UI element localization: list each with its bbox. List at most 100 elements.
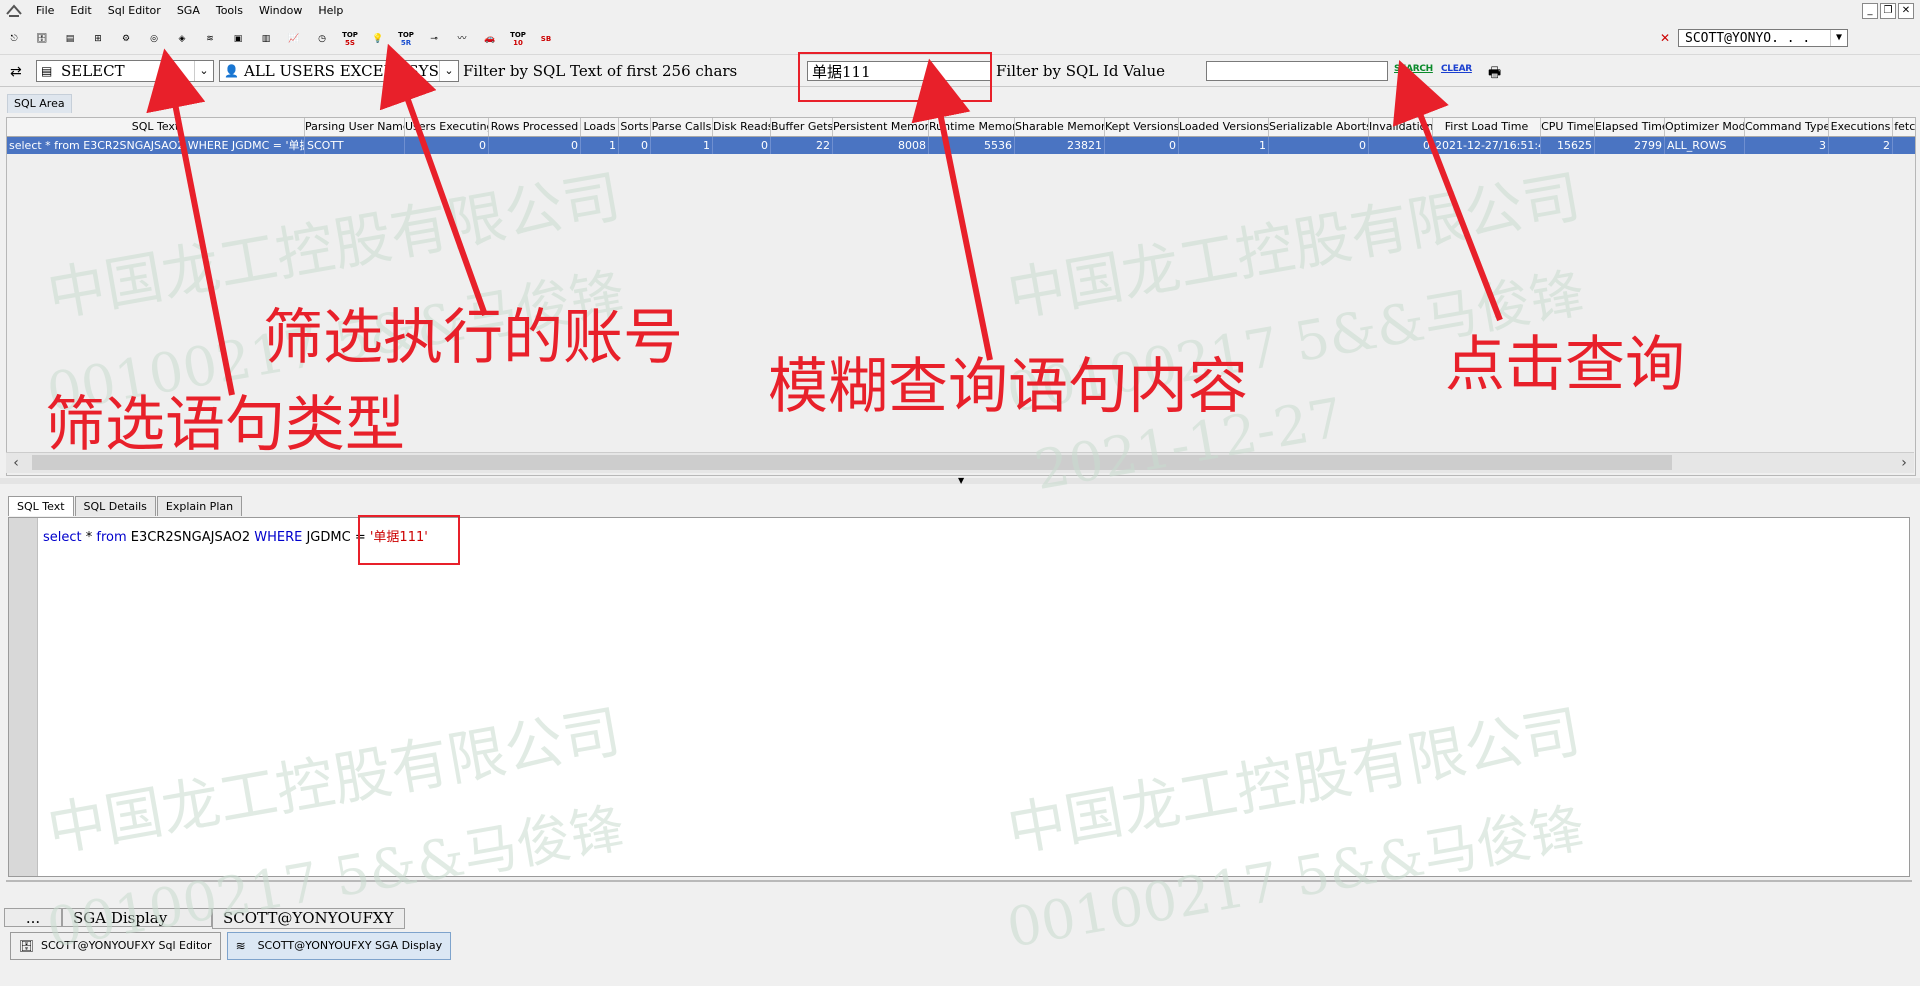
chevron-left-icon[interactable]: ‹ xyxy=(6,453,26,473)
menu-sga[interactable]: SGA xyxy=(169,0,208,22)
column-header[interactable]: Loaded Versions xyxy=(1179,118,1269,136)
taskbar-sga-display[interactable]: ≋ SCOTT@YONYOUFXY SGA Display xyxy=(226,932,452,960)
column-header[interactable]: Persistent Memory xyxy=(833,118,929,136)
table-row[interactable]: select * from E3CR2SNGAJSAO2 WHERE JGDMC… xyxy=(7,137,1915,154)
menu-sql-editor[interactable]: Sql Editor xyxy=(100,0,169,22)
database-icon[interactable]: ◎ xyxy=(143,28,165,50)
column-header[interactable]: Elapsed Time xyxy=(1595,118,1665,136)
menu-edit[interactable]: Edit xyxy=(62,0,99,22)
column-header[interactable]: First Load Time xyxy=(1433,118,1541,136)
menu-file[interactable]: File xyxy=(28,0,62,22)
statement-icon: ▤ xyxy=(41,64,53,78)
schema-browser-icon[interactable]: ▤ xyxy=(59,28,81,50)
sql-editor-icon[interactable]: 🗄 xyxy=(31,28,53,50)
table-cell[interactable]: 0 xyxy=(1269,137,1369,154)
column-header[interactable]: Kept Versions xyxy=(1105,118,1179,136)
statement-type-select[interactable]: ▤ SELECT ⌄ xyxy=(36,60,214,82)
table-cell[interactable]: 0 xyxy=(489,137,581,154)
table-cell[interactable]: 23821 xyxy=(1015,137,1105,154)
menu-window[interactable]: Window xyxy=(251,0,310,22)
report-icon[interactable]: ▥ xyxy=(255,28,277,50)
table-cell[interactable]: 2 xyxy=(1829,137,1893,154)
sql-id-filter-input[interactable] xyxy=(1206,61,1388,81)
taskbar-sql-editor[interactable]: 🗄 SCOTT@YONYOUFXY Sql Editor xyxy=(10,932,221,960)
table-cell[interactable]: 1 xyxy=(651,137,713,154)
table-cell[interactable]: 1 xyxy=(1179,137,1269,154)
lightbulb-icon[interactable]: 💡 xyxy=(367,28,389,50)
users-select[interactable]: 👤 ALL USERS EXCEPT SYS ⌄ xyxy=(219,60,459,82)
column-header[interactable]: Serializable Aborts xyxy=(1269,118,1369,136)
sga-icon[interactable]: ◈ xyxy=(171,28,193,50)
table-cell[interactable]: 1 xyxy=(581,137,619,154)
disk-icon[interactable]: ▣ xyxy=(227,28,249,50)
chart-icon[interactable]: 📈 xyxy=(283,28,305,50)
top-10-icon[interactable]: TOP 10 xyxy=(507,28,529,50)
session-select[interactable]: SCOTT@YONYO. . . ▼ xyxy=(1678,29,1848,47)
column-header[interactable]: Command Type xyxy=(1745,118,1829,136)
tab-explain-plan[interactable]: Explain Plan xyxy=(156,496,243,516)
table-cell[interactable]: 5536 xyxy=(929,137,1015,154)
chevron-right-icon[interactable]: › xyxy=(1894,453,1914,473)
disconnect-icon[interactable]: ✕ xyxy=(1660,31,1670,45)
column-header[interactable]: Users Executing xyxy=(405,118,489,136)
table-cell[interactable]: 8008 xyxy=(833,137,929,154)
restore-icon[interactable]: ❐ xyxy=(1880,3,1896,19)
stack-icon[interactable]: ≋ xyxy=(199,28,221,50)
column-header[interactable]: Parse Calls xyxy=(651,118,713,136)
table-cell[interactable]: 15625 xyxy=(1541,137,1595,154)
wave-icon[interactable]: 〰 xyxy=(451,28,473,50)
car-icon[interactable]: 🚗 xyxy=(479,28,501,50)
table-cell[interactable]: ALL_ROWS xyxy=(1665,137,1745,154)
table-cell[interactable]: 3 xyxy=(1745,137,1829,154)
tab-sql-text[interactable]: SQL Text xyxy=(8,496,74,516)
connect-icon[interactable]: ⎋ xyxy=(3,28,25,50)
tab-sga-display[interactable]: SGA Display xyxy=(62,908,212,927)
column-header[interactable]: Loads xyxy=(581,118,619,136)
search-button[interactable]: SEARCH xyxy=(1394,64,1433,74)
column-header[interactable]: CPU Time xyxy=(1541,118,1595,136)
column-header[interactable]: Executions xyxy=(1829,118,1893,136)
top-5s-icon[interactable]: TOP 5S xyxy=(339,28,361,50)
column-header[interactable]: Rows Processed xyxy=(489,118,581,136)
table-cell[interactable]: 0 xyxy=(713,137,771,154)
table-cell[interactable]: 2799 xyxy=(1595,137,1665,154)
table-cell[interactable]: SCOTT xyxy=(305,137,405,154)
sql-text-editor[interactable]: select * from E3CR2SNGAJSAO2 WHERE JGDMC… xyxy=(8,517,1910,877)
menu-tools[interactable]: Tools xyxy=(208,0,251,22)
table-cell[interactable]: 0 xyxy=(1105,137,1179,154)
minimize-icon[interactable]: _ xyxy=(1862,3,1878,19)
column-header[interactable]: Sorts xyxy=(619,118,651,136)
pane-splitter[interactable]: ▼ xyxy=(0,477,1920,485)
tree-icon[interactable]: ⊞ xyxy=(87,28,109,50)
table-cell[interactable] xyxy=(1893,137,1915,154)
tab-overflow[interactable]: ... xyxy=(4,908,62,927)
column-header[interactable]: fetches xyxy=(1893,118,1915,136)
top-5r-icon[interactable]: TOP 5R xyxy=(395,28,417,50)
settings-icon[interactable]: ⚙ xyxy=(115,28,137,50)
column-header[interactable]: Sharable Memory xyxy=(1015,118,1105,136)
tab-session[interactable]: SCOTT@YONYOUFXY xyxy=(212,908,405,929)
table-cell[interactable]: 2021-12-27/16:51:49 xyxy=(1433,137,1541,154)
column-header[interactable]: Buffer Gets xyxy=(771,118,833,136)
table-cell[interactable]: 0 xyxy=(619,137,651,154)
print-icon[interactable]: 🖶 xyxy=(1488,62,1501,86)
close-icon[interactable]: ✕ xyxy=(1898,3,1914,19)
pipe-icon[interactable]: ⊸ xyxy=(423,28,445,50)
column-header[interactable]: SQL Text xyxy=(7,118,305,136)
table-cell[interactable]: select * from E3CR2SNGAJSAO2 WHERE JGDMC… xyxy=(7,137,305,154)
column-header[interactable]: Invalidations xyxy=(1369,118,1433,136)
sb-icon[interactable]: SB xyxy=(535,28,557,50)
column-header[interactable]: Runtime Memory xyxy=(929,118,1015,136)
clock-icon[interactable]: ◷ xyxy=(311,28,333,50)
table-cell[interactable]: 22 xyxy=(771,137,833,154)
column-header[interactable]: Optimizer Mode xyxy=(1665,118,1745,136)
tab-sql-area[interactable]: SQL Area xyxy=(7,94,72,113)
refresh-icon[interactable]: ⇄ xyxy=(10,64,22,80)
menu-help[interactable]: Help xyxy=(310,0,351,22)
table-cell[interactable]: 0 xyxy=(1369,137,1433,154)
table-cell[interactable]: 0 xyxy=(405,137,489,154)
tab-sql-details[interactable]: SQL Details xyxy=(74,496,156,516)
column-header[interactable]: Parsing User Name xyxy=(305,118,405,136)
clear-button[interactable]: CLEAR xyxy=(1441,64,1472,74)
column-header[interactable]: Disk Reads xyxy=(713,118,771,136)
